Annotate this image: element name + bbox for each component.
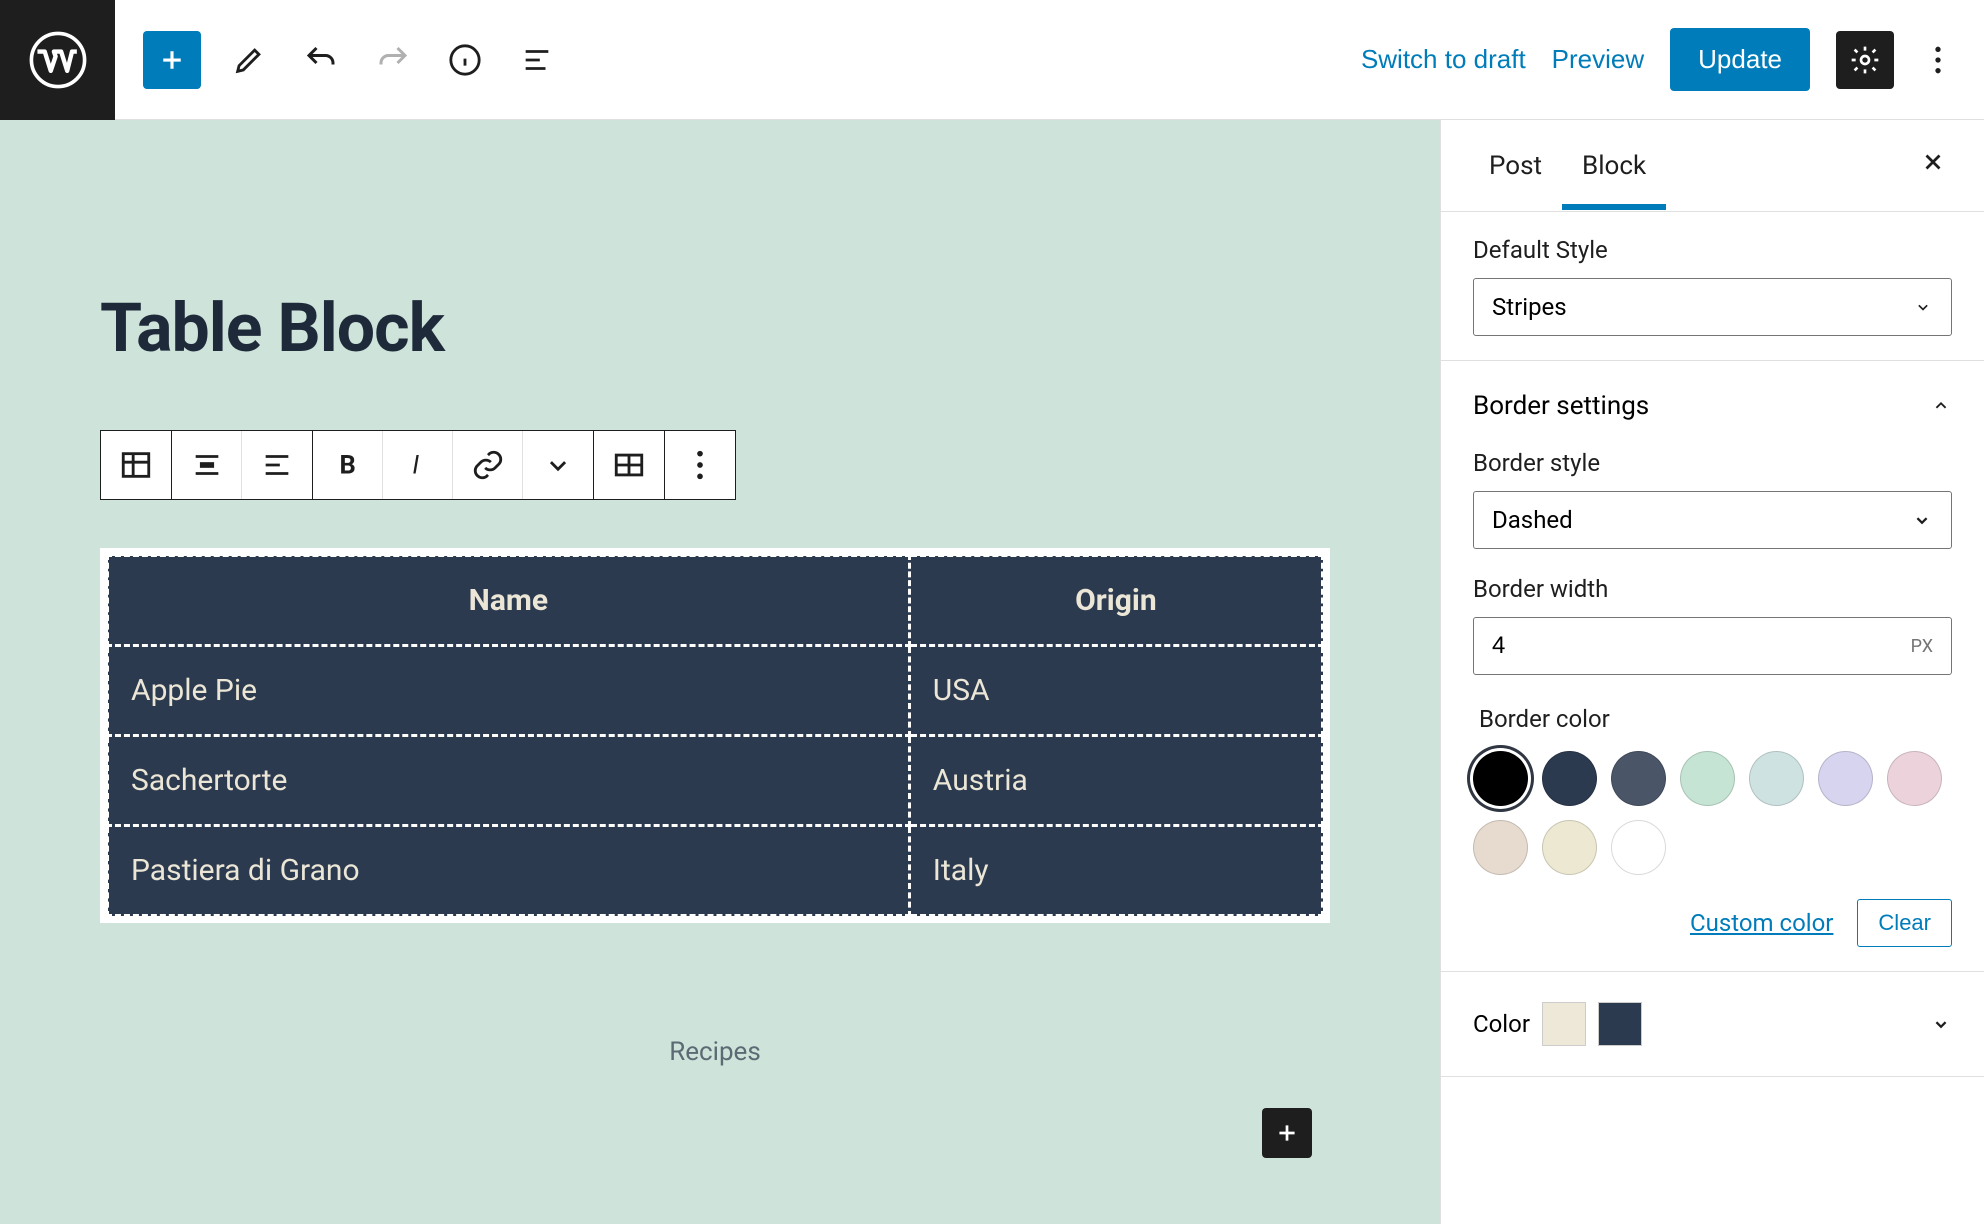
edit-tool-icon[interactable] [225, 36, 273, 84]
color-swatch[interactable] [1818, 751, 1873, 806]
color-swatch[interactable] [1542, 751, 1597, 806]
default-style-select[interactable]: Stripes [1473, 278, 1952, 336]
svg-text:I: I [412, 451, 419, 481]
color-swatch[interactable] [1680, 751, 1735, 806]
switch-to-draft-button[interactable]: Switch to draft [1361, 44, 1526, 75]
table-caption[interactable]: Recipes [100, 1037, 1330, 1067]
color-section: Color [1441, 972, 1984, 1077]
tab-block[interactable]: Block [1562, 123, 1666, 209]
custom-color-link[interactable]: Custom color [1690, 909, 1833, 937]
more-block-options-icon[interactable] [665, 431, 735, 499]
post-title[interactable]: Table Block [100, 288, 444, 368]
more-options-icon[interactable] [1920, 36, 1956, 84]
wordpress-logo[interactable] [0, 0, 115, 120]
color-section-toggle[interactable]: Color [1473, 996, 1952, 1052]
default-style-label: Default Style [1473, 236, 1952, 264]
settings-sidebar: Post Block Default Style Stripes Border … [1440, 120, 1984, 1224]
add-block-below-button[interactable] [1262, 1108, 1312, 1158]
color-swatch[interactable] [1749, 751, 1804, 806]
border-style-label: Border style [1473, 449, 1952, 477]
table-header[interactable]: Origin [909, 556, 1322, 646]
clear-color-button[interactable]: Clear [1857, 899, 1952, 947]
block-toolbar: B I [100, 430, 736, 500]
color-chip [1542, 1002, 1586, 1046]
border-width-input[interactable]: PX [1473, 617, 1952, 675]
color-swatch[interactable] [1611, 820, 1666, 875]
tab-post[interactable]: Post [1469, 123, 1562, 209]
table-block-icon[interactable] [101, 431, 171, 499]
color-swatch[interactable] [1542, 820, 1597, 875]
default-style-section: Default Style Stripes [1441, 212, 1984, 361]
text-align-icon[interactable] [242, 431, 312, 499]
svg-text:B: B [339, 451, 355, 481]
undo-icon[interactable] [297, 36, 345, 84]
add-block-button[interactable] [143, 31, 201, 89]
table-row[interactable]: Pastiera di GranoItaly [108, 826, 1323, 916]
chevron-down-icon[interactable] [523, 431, 593, 499]
color-swatches [1473, 751, 1952, 875]
update-button[interactable]: Update [1670, 28, 1810, 91]
border-color-label: Border color [1479, 705, 1952, 733]
editor-canvas: Table Block B I [0, 120, 1440, 1224]
close-panel-icon[interactable] [1910, 138, 1956, 193]
color-swatch[interactable] [1611, 751, 1666, 806]
edit-table-icon[interactable] [594, 431, 664, 499]
color-swatch[interactable] [1473, 820, 1528, 875]
border-settings-toggle[interactable]: Border settings [1473, 385, 1952, 427]
top-toolbar: Switch to draft Preview Update [0, 0, 1984, 120]
outline-icon[interactable] [513, 36, 561, 84]
table-row[interactable]: SachertorteAustria [108, 736, 1323, 826]
color-chip [1598, 1002, 1642, 1046]
preview-button[interactable]: Preview [1552, 44, 1644, 75]
table-row[interactable]: Apple PieUSA [108, 646, 1323, 736]
color-swatch[interactable] [1887, 751, 1942, 806]
italic-icon[interactable]: I [383, 431, 453, 499]
bold-icon[interactable]: B [313, 431, 383, 499]
color-swatch[interactable] [1473, 751, 1528, 806]
align-icon[interactable] [172, 431, 242, 499]
table-block[interactable]: Name Origin Apple PieUSA SachertorteAust… [100, 548, 1330, 923]
border-style-select[interactable]: Dashed [1473, 491, 1952, 549]
link-icon[interactable] [453, 431, 523, 499]
info-icon[interactable] [441, 36, 489, 84]
border-width-label: Border width [1473, 575, 1952, 603]
settings-gear-icon[interactable] [1836, 31, 1894, 89]
redo-icon[interactable] [369, 36, 417, 84]
border-settings-section: Border settings Border style Dashed Bord… [1441, 361, 1984, 972]
table-header[interactable]: Name [108, 556, 910, 646]
